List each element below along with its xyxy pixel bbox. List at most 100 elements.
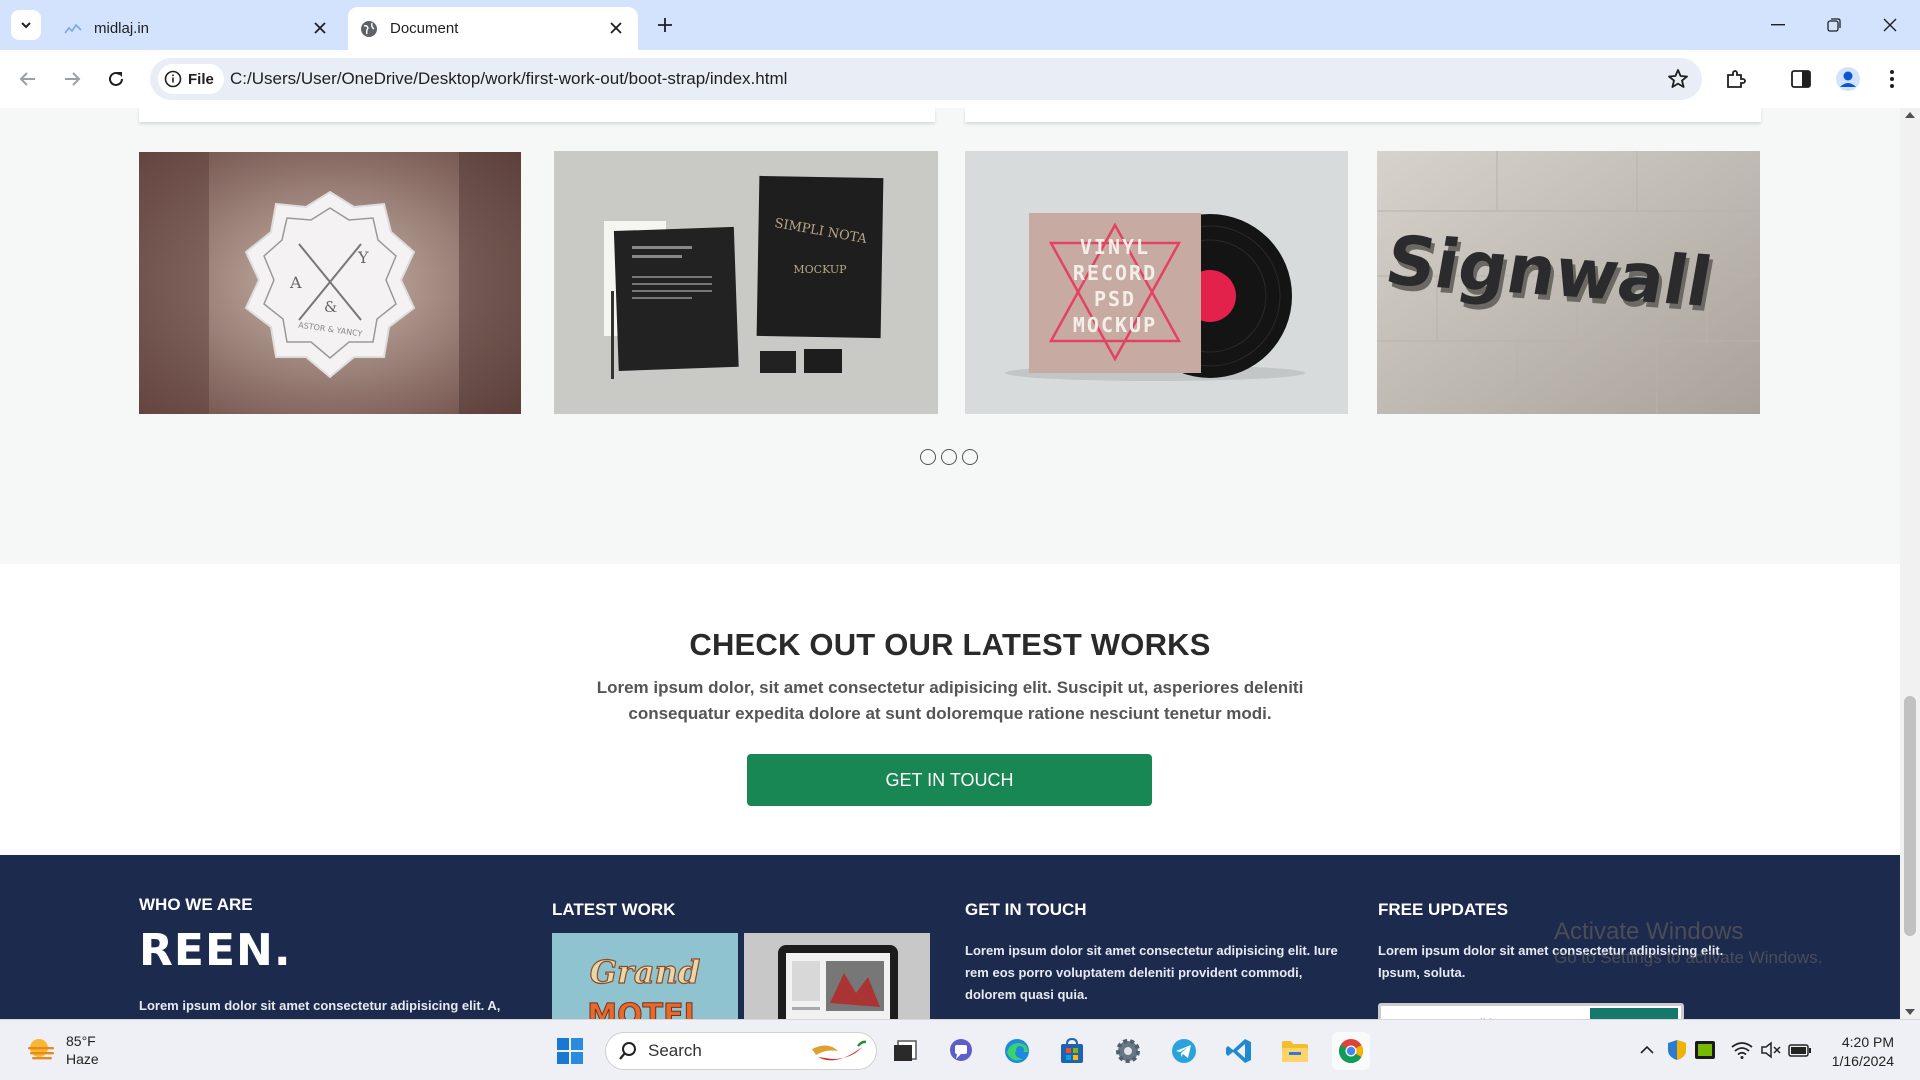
task-view-button[interactable] xyxy=(886,1032,924,1070)
haze-sun-icon xyxy=(28,1039,54,1060)
chili-pepper-icon xyxy=(812,1040,867,1061)
volume-tray-icon[interactable] xyxy=(1759,1038,1783,1062)
portfolio-item-stationery[interactable]: SIMPLI NOTA MOCKUP xyxy=(554,151,938,414)
extensions-button[interactable] xyxy=(1722,65,1750,93)
store-button[interactable] xyxy=(1053,1032,1091,1070)
subscribe-form: Enter your email here SUBSCRIBE xyxy=(1378,1003,1684,1019)
get-in-touch-button[interactable]: GET IN TOUCH xyxy=(747,754,1152,806)
minimize-button[interactable] xyxy=(1750,0,1806,50)
portfolio-item-sticker[interactable]: A Y & ASTOR & YANCY xyxy=(139,152,521,414)
teams-chat-button[interactable] xyxy=(942,1032,980,1070)
settings-button[interactable] xyxy=(1109,1032,1147,1070)
tab-title: midlaj.in xyxy=(94,20,150,37)
chip-label: File xyxy=(188,70,214,88)
vscode-button[interactable] xyxy=(1220,1032,1258,1070)
clock-time: 4:20 PM xyxy=(1841,1034,1894,1050)
card-bottom-edge xyxy=(965,108,1761,122)
scroll-thumb[interactable] xyxy=(1904,696,1916,936)
close-icon xyxy=(1883,18,1897,32)
scroll-down-arrow-icon[interactable] xyxy=(1905,1009,1915,1015)
new-tab-button[interactable] xyxy=(652,12,678,38)
vscode-icon xyxy=(1226,1039,1251,1063)
taskbar-clock[interactable]: 4:20 PM 1/16/2024 xyxy=(1826,1033,1894,1071)
motel-script: Grand xyxy=(590,953,701,991)
battery-charging-icon xyxy=(1788,1044,1811,1057)
portfolio-item-vinyl[interactable]: VINYL RECORD PSD MOCKUP xyxy=(965,151,1348,414)
menu-button[interactable] xyxy=(1878,65,1906,93)
sticker-letter: A xyxy=(289,273,302,292)
footer-heading-updates: FREE UPDATES xyxy=(1378,900,1509,919)
shield-icon xyxy=(1668,1040,1686,1060)
profile-button[interactable] xyxy=(1834,65,1862,93)
store-bag-icon xyxy=(1061,1037,1083,1063)
carousel-dot-3[interactable] xyxy=(962,449,978,465)
carousel-dot-1[interactable] xyxy=(920,449,936,465)
motel-word: MOTEL xyxy=(587,998,702,1019)
portfolio-item-signwall[interactable]: Signwall Signwall xyxy=(1377,151,1760,414)
activate-windows-watermark: Activate Windows Go to Settings to activ… xyxy=(1554,918,1822,968)
side-panel-button[interactable] xyxy=(1787,65,1815,93)
wifi-tray-icon[interactable] xyxy=(1730,1038,1754,1062)
folder-icon xyxy=(1282,1041,1308,1062)
address-bar[interactable]: File C:/Users/User/OneDrive/Desktop/work… xyxy=(150,58,1702,100)
tab-document[interactable]: Document xyxy=(348,7,638,50)
watermark-line-1: Activate Windows xyxy=(1554,918,1744,945)
info-icon xyxy=(164,70,182,88)
telegram-button[interactable] xyxy=(1165,1032,1203,1070)
show-hidden-icons-button[interactable] xyxy=(1635,1038,1659,1062)
cta-title: CHECK OUT OUR LATEST WORKS xyxy=(689,627,1211,662)
sticker-amp: & xyxy=(324,298,337,316)
latest-work-thumb-tablet[interactable] xyxy=(744,933,930,1019)
edge-button[interactable] xyxy=(998,1032,1036,1070)
site-info-chip[interactable]: File xyxy=(158,64,224,94)
puzzle-icon xyxy=(1727,70,1746,88)
gear-icon xyxy=(1116,1039,1140,1063)
taskbar-search[interactable]: Search xyxy=(605,1032,877,1070)
scroll-up-arrow-icon[interactable] xyxy=(1905,112,1915,118)
volume-muted-icon xyxy=(1761,1041,1781,1059)
stationery-caption: MOCKUP xyxy=(793,263,847,276)
wifi-icon xyxy=(1731,1042,1753,1059)
start-button[interactable] xyxy=(551,1032,589,1070)
vinyl-text: MOCKUP xyxy=(1073,313,1157,337)
weather-temp: 85°F xyxy=(66,1033,96,1049)
latest-works-cta-section: CHECK OUT OUR LATEST WORKS Lorem ipsum d… xyxy=(0,564,1900,855)
weather-desc: Haze xyxy=(66,1051,99,1067)
watermark-line-2: Go to Settings to activate Windows. xyxy=(1554,948,1823,967)
brand-logo: REEN. xyxy=(139,925,292,976)
portfolio-section: A Y & ASTOR & YANCY SIMPLI NOTA MOCKUP V… xyxy=(0,108,1900,564)
reload-icon xyxy=(109,71,123,86)
reload-button[interactable] xyxy=(100,63,132,95)
vinyl-text: PSD xyxy=(1094,287,1136,311)
side-panel-icon xyxy=(1791,70,1811,88)
bookmark-star-icon[interactable] xyxy=(1666,67,1690,91)
carousel-dot-2[interactable] xyxy=(941,449,957,465)
battery-tray-icon[interactable] xyxy=(1788,1038,1812,1062)
nvidia-tray-icon[interactable] xyxy=(1693,1038,1717,1062)
chrome-button[interactable] xyxy=(1332,1032,1370,1070)
close-tab-icon[interactable] xyxy=(606,18,626,38)
back-button[interactable] xyxy=(12,63,44,95)
close-tab-icon[interactable] xyxy=(310,18,330,38)
url-text[interactable]: C:/Users/User/OneDrive/Desktop/work/firs… xyxy=(230,58,787,100)
latest-work-thumb-motel[interactable]: Grand MOTEL xyxy=(552,933,738,1019)
close-window-button[interactable] xyxy=(1862,0,1918,50)
kebab-menu-icon xyxy=(1890,70,1894,88)
footer-heading-touch: GET IN TOUCH xyxy=(965,900,1087,919)
file-explorer-button[interactable] xyxy=(1276,1032,1314,1070)
email-input[interactable]: Enter your email here xyxy=(1387,1009,1591,1019)
windows-logo-icon xyxy=(557,1038,583,1064)
forward-button[interactable] xyxy=(56,63,88,95)
restore-button[interactable] xyxy=(1806,0,1862,50)
weather-widget[interactable]: 85°F Haze xyxy=(26,1032,99,1068)
tab-search-button[interactable] xyxy=(11,10,41,40)
subscribe-button[interactable]: SUBSCRIBE xyxy=(1590,1008,1678,1019)
chart-favicon-icon xyxy=(64,20,82,38)
footer-heading-who: WHO WE ARE xyxy=(139,895,253,914)
tab-midlaj[interactable]: midlaj.in xyxy=(52,7,342,50)
page-scrollbar[interactable] xyxy=(1900,108,1920,1019)
search-label: Search xyxy=(648,1041,702,1060)
browser-toolbar: File C:/Users/User/OneDrive/Desktop/work… xyxy=(0,50,1920,108)
avatar-icon xyxy=(1836,67,1860,91)
security-tray-icon[interactable] xyxy=(1665,1038,1689,1062)
